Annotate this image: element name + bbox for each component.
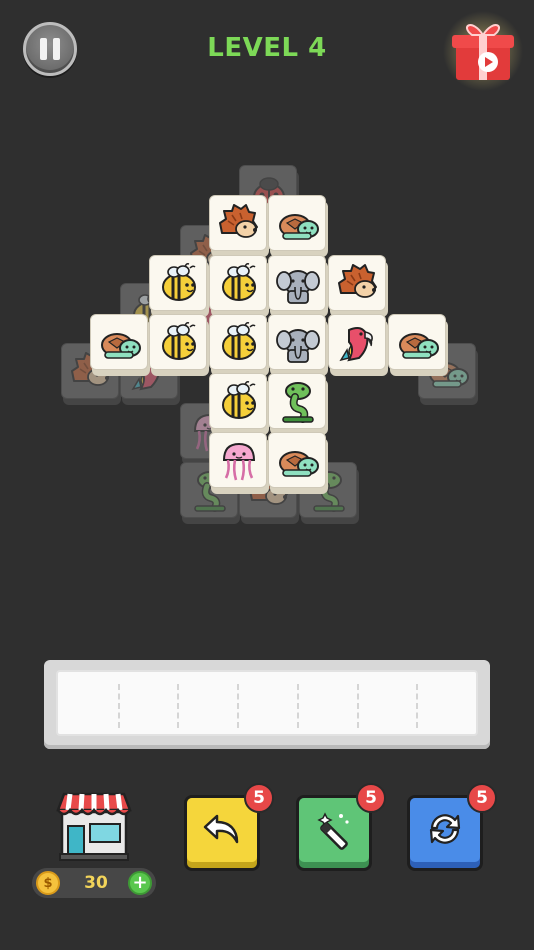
shop-button[interactable] [54, 790, 134, 862]
parrot-icon [339, 327, 373, 362]
slot-divider [416, 684, 419, 728]
tile-hedgehog[interactable] [328, 255, 388, 317]
turtle-icon [399, 333, 439, 359]
turtle-icon [279, 214, 319, 240]
tile-elephant[interactable] [268, 314, 328, 376]
coin-icon: $ [36, 871, 60, 895]
tile-face [268, 314, 326, 370]
shuffle-icon [429, 814, 461, 844]
slot-divider [117, 684, 120, 728]
hedgehog-icon [219, 204, 258, 238]
tile-face [388, 314, 446, 370]
tray-slots [56, 670, 478, 736]
bee-icon [222, 263, 256, 301]
tile-bee[interactable] [209, 314, 269, 376]
shuffle-button[interactable]: 5 [407, 783, 497, 871]
bee-icon [162, 263, 196, 301]
bee-icon [162, 322, 196, 360]
tile-face [90, 314, 148, 370]
hedgehog-icon [338, 264, 377, 298]
undo-count-badge: 5 [244, 783, 274, 813]
tile-parrot[interactable] [328, 314, 388, 376]
undo-button[interactable]: 5 [184, 783, 274, 871]
slot-divider [296, 684, 299, 728]
tile-face [209, 195, 267, 251]
tile-snake[interactable] [268, 373, 328, 435]
tile-board [0, 0, 534, 560]
elephant-icon [276, 270, 320, 304]
tile-face [328, 314, 386, 370]
tile-turtle[interactable] [268, 195, 328, 257]
slot-divider [356, 684, 359, 728]
tile-bee[interactable] [209, 255, 269, 317]
tile-bee[interactable] [149, 255, 209, 317]
coin-count: 30 [84, 873, 108, 893]
shuffle-count-badge: 5 [467, 783, 497, 813]
tile-face [328, 255, 386, 311]
tile-face [268, 255, 326, 311]
slot-divider [177, 684, 180, 728]
shop-icon [56, 792, 132, 861]
tile-turtle[interactable] [388, 314, 448, 376]
bee-icon [222, 381, 256, 419]
elephant-icon [276, 329, 320, 363]
undo-icon [203, 814, 239, 844]
tile-turtle[interactable] [90, 314, 150, 376]
tile-hedgehog[interactable] [209, 195, 269, 257]
add-coins-button[interactable]: + [128, 871, 152, 895]
tile-face [268, 373, 326, 429]
snake-icon [282, 382, 314, 423]
slot-divider [237, 684, 240, 728]
tile-face [209, 255, 267, 311]
tile-elephant[interactable] [268, 255, 328, 317]
tile-face [209, 314, 267, 370]
turtle-icon [279, 451, 319, 477]
hint-count-badge: 5 [356, 783, 386, 813]
tile-bee[interactable] [149, 314, 209, 376]
coin-balance: $ 30 + [32, 868, 156, 898]
tile-bee[interactable] [209, 373, 269, 435]
hint-button[interactable]: 5 [296, 783, 386, 871]
tile-face [209, 373, 267, 429]
tile-face [149, 314, 207, 370]
jellyfish-icon [222, 442, 256, 481]
turtle-icon [101, 333, 141, 359]
tile-face [149, 255, 207, 311]
tile-face [268, 195, 326, 251]
tile-face [268, 432, 326, 488]
bee-icon [222, 322, 256, 360]
tile-jellyfish[interactable] [209, 432, 269, 494]
magic-wand-icon [317, 812, 349, 850]
tile-tray [44, 660, 490, 749]
tile-face [209, 432, 267, 488]
tile-turtle[interactable] [268, 432, 328, 494]
